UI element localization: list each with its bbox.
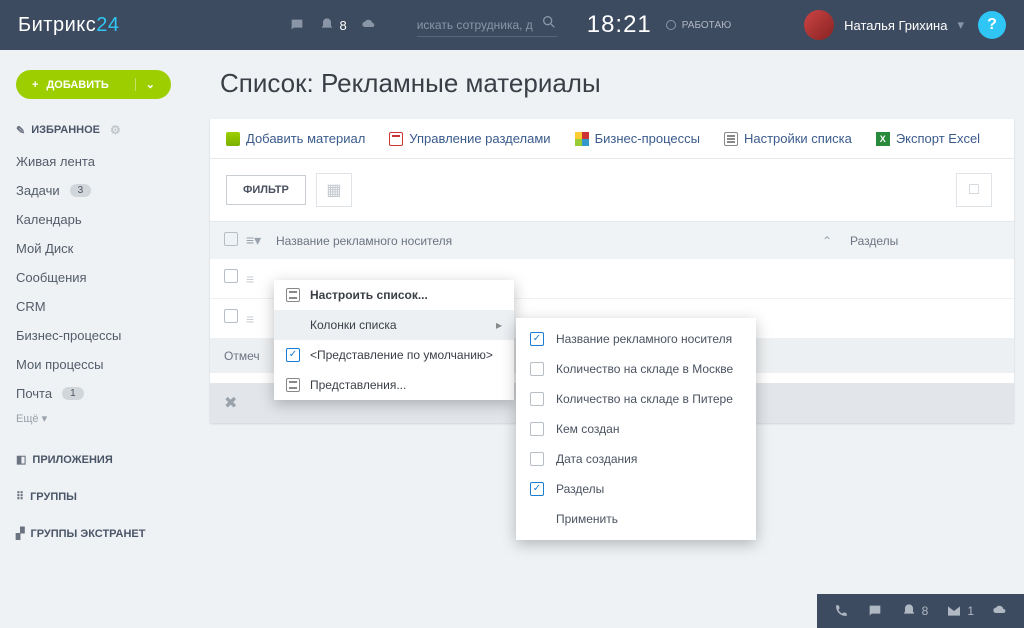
search-icon[interactable] [541, 14, 557, 35]
sidebar: + ДОБАВИТЬ⌄ ✎ИЗБРАННОЕ⚙ Живая лентаЗадач… [0, 50, 200, 628]
column-option[interactable]: Разделы [516, 474, 756, 504]
work-status[interactable]: РАБОТАЮ [666, 20, 731, 31]
gear-icon[interactable]: ⚙ [110, 123, 121, 137]
cloud-icon[interactable] [992, 603, 1008, 619]
column-option[interactable]: Название рекламного носителя [516, 324, 756, 354]
add-button[interactable]: + ДОБАВИТЬ⌄ [16, 70, 171, 99]
ctx-columns[interactable]: Колонки списка▸ [274, 310, 514, 340]
view-grid-button[interactable]: ▦ [316, 173, 352, 207]
checkbox[interactable] [530, 362, 544, 376]
checkbox[interactable] [530, 422, 544, 436]
chevron-down-icon: ⌄ [135, 78, 155, 91]
checkbox[interactable] [530, 332, 544, 346]
checked-icon [286, 348, 300, 362]
chat-icon[interactable] [289, 17, 305, 33]
search-wrap [417, 14, 557, 37]
th-sections[interactable]: Разделы [850, 234, 1000, 248]
bottom-bar: 8 1 [817, 594, 1024, 628]
tb-sections[interactable]: Управление разделами [389, 131, 550, 146]
user-name: Наталья Грихина [844, 18, 947, 33]
tb-settings[interactable]: Настройки списка [724, 131, 852, 146]
pin-icon: ✎ [16, 124, 25, 137]
sidebar-item[interactable]: Почта1 [16, 379, 200, 408]
filter-button[interactable]: ФИЛЬТР [226, 175, 306, 205]
sidebar-item[interactable]: Задачи3 [16, 176, 200, 205]
list-icon [286, 378, 300, 392]
clock: 18:21 [587, 11, 652, 39]
apps-icon: ◧ [16, 453, 26, 466]
notif-icon[interactable]: 8 [319, 17, 346, 33]
chat-icon[interactable] [867, 603, 883, 619]
sidebar-item[interactable]: Мои процессы [16, 350, 200, 379]
sidebar-item[interactable]: Живая лента [16, 147, 200, 176]
logo[interactable]: Битрикс24 [18, 14, 119, 37]
row-checkbox[interactable] [224, 269, 238, 283]
extranet-header[interactable]: ▞ГРУППЫ ЭКСТРАНЕТ [16, 527, 200, 540]
checkbox[interactable] [530, 452, 544, 466]
header-icons: 8 [289, 17, 376, 33]
settings-icon [724, 132, 738, 146]
list-toolbar: Добавить материал Управление разделами Б… [210, 119, 1014, 159]
context-menu-list: Настроить список... Колонки списка▸ <Пре… [274, 280, 514, 400]
filter-row: ФИЛЬТР ▦ □ [210, 159, 1014, 222]
phone-icon[interactable] [833, 603, 849, 619]
th-name[interactable]: Название рекламного носителя [276, 234, 452, 248]
expand-button[interactable]: □ [956, 173, 992, 207]
apps-header[interactable]: ◧ПРИЛОЖЕНИЯ [16, 453, 200, 466]
row-menu-icon[interactable]: ≡ [246, 311, 276, 327]
notif-icon[interactable]: 8 [901, 603, 929, 619]
sidebar-item[interactable]: CRM [16, 292, 200, 321]
column-menu-icon[interactable]: ≡▾ [246, 232, 276, 249]
badge: 3 [70, 184, 92, 197]
tb-bizproc[interactable]: Бизнес-процессы [575, 131, 700, 146]
cloud-icon[interactable] [361, 17, 377, 33]
apply-button[interactable]: Применить [516, 504, 756, 534]
excel-icon: X [876, 132, 890, 146]
extranet-icon: ▞ [16, 527, 24, 540]
groups-header[interactable]: ⠿ГРУППЫ [16, 490, 200, 503]
columns-submenu: Название рекламного носителяКоличество н… [516, 318, 756, 540]
mail-icon[interactable]: 1 [946, 603, 974, 619]
favorites-header[interactable]: ✎ИЗБРАННОЕ⚙ [16, 123, 200, 137]
share-icon: ⠿ [16, 490, 24, 503]
sidebar-item[interactable]: Сообщения [16, 263, 200, 292]
search-input[interactable] [417, 14, 557, 37]
sidebar-item[interactable]: Календарь [16, 205, 200, 234]
badge: 1 [62, 387, 84, 400]
ctx-default-view[interactable]: <Представление по умолчанию> [274, 340, 514, 370]
more-link[interactable]: Ещё ▾ [16, 408, 200, 429]
table-header: ≡▾ Название рекламного носителя ⌃ Разделы [210, 222, 1014, 259]
sidebar-item[interactable]: Мой Диск [16, 234, 200, 263]
select-all-checkbox[interactable] [224, 232, 238, 246]
top-header: Битрикс24 8 18:21 РАБОТАЮ Наталья Грихин… [0, 0, 1024, 50]
ctx-views[interactable]: Представления... [274, 370, 514, 400]
user-menu[interactable]: Наталья Грихина ▾ [804, 10, 964, 40]
sections-icon [389, 132, 403, 146]
help-button[interactable]: ? [978, 11, 1006, 39]
ctx-configure[interactable]: Настроить список... [274, 280, 514, 310]
checkbox[interactable] [530, 482, 544, 496]
add-icon [226, 132, 240, 146]
tb-export[interactable]: XЭкспорт Excel [876, 131, 980, 146]
chevron-down-icon: ▾ [957, 17, 964, 33]
sidebar-item[interactable]: Бизнес-процессы [16, 321, 200, 350]
checkbox[interactable] [530, 392, 544, 406]
page-title: Список: Рекламные материалы [210, 50, 1014, 119]
bizproc-icon [575, 132, 589, 146]
chevron-right-icon: ▸ [496, 318, 502, 332]
column-option[interactable]: Кем создан [516, 414, 756, 444]
list-icon [286, 288, 300, 302]
column-option[interactable]: Дата создания [516, 444, 756, 474]
column-option[interactable]: Количество на складе в Питере [516, 384, 756, 414]
sort-icon[interactable]: ⌃ [822, 234, 832, 248]
row-menu-icon[interactable]: ≡ [246, 271, 276, 287]
tb-add-material[interactable]: Добавить материал [226, 131, 365, 146]
row-checkbox[interactable] [224, 309, 238, 323]
column-option[interactable]: Количество на складе в Москве [516, 354, 756, 384]
avatar [804, 10, 834, 40]
